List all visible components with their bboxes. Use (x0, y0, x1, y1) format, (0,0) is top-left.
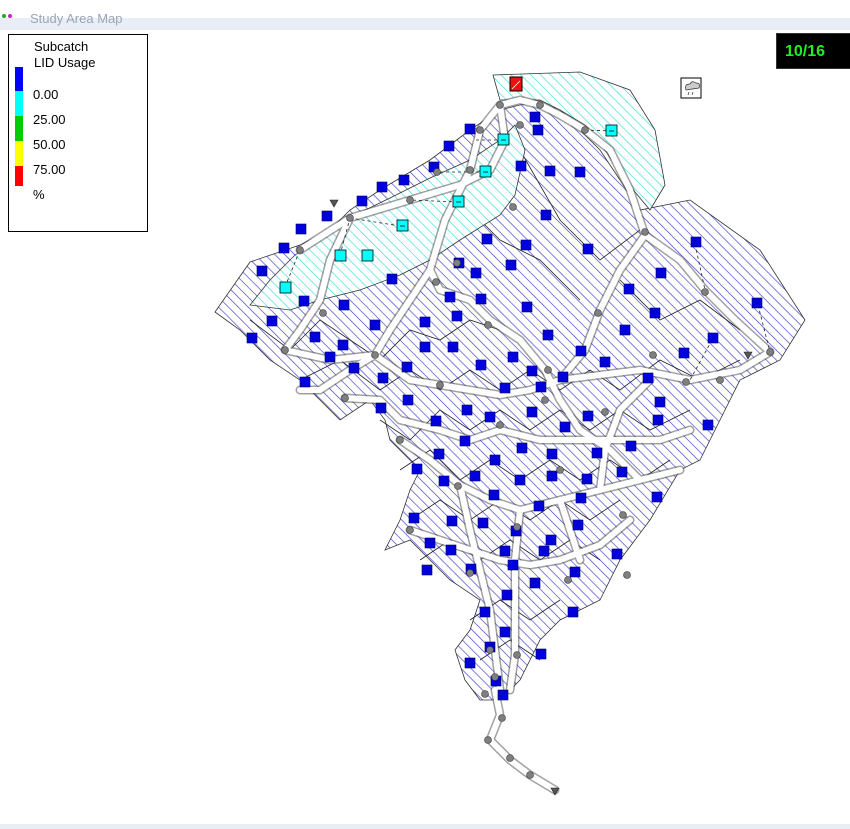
status-bar-strip (0, 824, 850, 829)
study-area-map[interactable] (0, 30, 850, 820)
rain-gage-icon[interactable] (680, 77, 702, 99)
window-titlebar: Study Area Map (0, 0, 850, 30)
titlebar-strip (0, 18, 850, 30)
lid-marker-high[interactable] (509, 76, 523, 92)
window-title: Study Area Map (30, 11, 123, 26)
